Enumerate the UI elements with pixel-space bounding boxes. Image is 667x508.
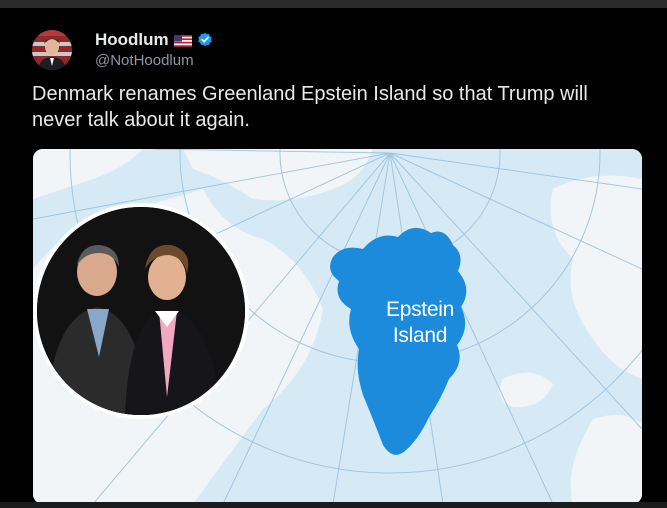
author-row: Hoodlum xyxy=(95,30,213,50)
avatar-image xyxy=(32,30,72,70)
us-flag-icon xyxy=(173,34,192,47)
inset-photo xyxy=(33,203,249,419)
map-label-line2: Island xyxy=(392,324,448,347)
display-name[interactable]: Hoodlum xyxy=(95,30,169,50)
tweet-media-image[interactable]: Epstein Island xyxy=(33,149,642,504)
avatar[interactable] xyxy=(32,30,72,70)
map-label-line1: Epstein xyxy=(386,298,454,321)
tweet-text: Denmark renames Greenland Epstein Island… xyxy=(32,83,588,131)
verified-badge-icon xyxy=(197,32,213,48)
user-handle[interactable]: @NotHoodlum xyxy=(95,52,194,69)
window-frame-bottom xyxy=(0,502,667,508)
tweet-card[interactable]: Hoodlum @NotHoodlum Denmark renames Gree… xyxy=(0,8,667,504)
window-frame-top xyxy=(0,0,667,8)
